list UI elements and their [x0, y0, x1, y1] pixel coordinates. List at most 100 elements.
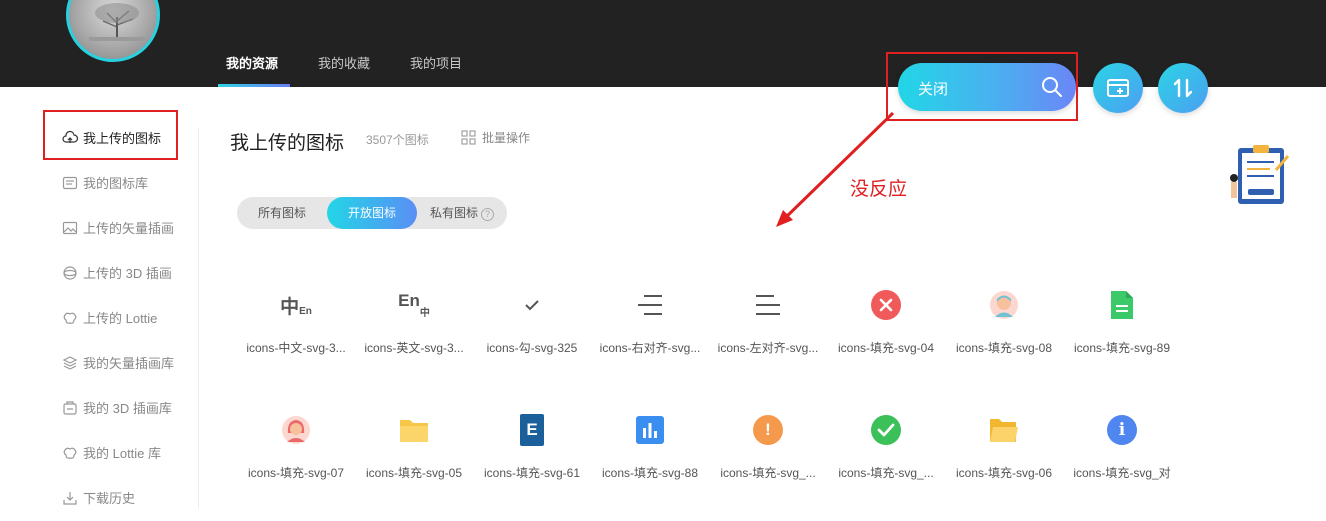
icon-name: icons-填充-svg-89: [1073, 341, 1171, 355]
sidebar-item-icon-library[interactable]: 我的图标库: [62, 173, 148, 193]
icon-name: icons-填充-svg_...: [720, 466, 816, 480]
sort-icon: [1173, 78, 1193, 98]
annotation-text: 没反应: [850, 179, 908, 200]
sidebar-item-3d-library[interactable]: 我的 3D 插画库: [62, 398, 172, 418]
sidebar-item-uploaded-lottie[interactable]: 上传的 Lottie: [62, 308, 157, 328]
bar-chart-icon: [636, 416, 664, 444]
tab-my-favorites[interactable]: 我的收藏: [318, 53, 370, 72]
cloud-upload-icon: [62, 130, 78, 143]
check-circle-icon: [871, 415, 901, 445]
icon-name: icons-勾-svg-325: [486, 341, 578, 355]
image-icon: [62, 221, 78, 235]
filter-open-icons[interactable]: 开放图标: [327, 197, 417, 229]
chinese-lang-icon: 中 En: [280, 296, 312, 318]
tab-my-projects[interactable]: 我的项目: [410, 53, 462, 72]
icon-card[interactable]: icons-勾-svg-325: [473, 273, 591, 373]
sidebar-item-label: 上传的 3D 插画: [83, 266, 172, 281]
icon-card[interactable]: icons-填充-svg-07: [237, 398, 355, 498]
icon-name: icons-填充-svg-88: [601, 466, 699, 480]
box-3d-icon: [63, 401, 77, 415]
filter-private-label: 私有图标: [429, 206, 478, 220]
download-icon: [63, 492, 77, 505]
sidebar-item-uploaded-3d[interactable]: 上传的 3D 插画: [62, 263, 172, 283]
sidebar-item-label: 我的 3D 插画库: [83, 401, 172, 416]
file-e-icon: E: [520, 414, 544, 446]
icon-card[interactable]: ! icons-填充-svg_...: [709, 398, 827, 498]
folder-open-icon: [990, 419, 1018, 442]
sidebar-item-label: 我的图标库: [83, 176, 149, 191]
align-right-icon: [638, 295, 662, 315]
tree-image-icon: [89, 3, 145, 41]
icon-card[interactable]: icons-填充-svg-04: [827, 273, 945, 373]
sidebar-item-lottie-library[interactable]: 我的 Lottie 库: [62, 443, 161, 463]
sidebar-item-label: 上传的矢量插画: [83, 221, 175, 236]
icon-count: 3507个图标: [366, 133, 429, 147]
icon-name: icons-填充-svg-06: [955, 466, 1053, 480]
sidebar-item-vector-library[interactable]: 我的矢量插画库: [62, 353, 174, 373]
icon-name: icons-填充-svg_对: [1073, 466, 1171, 480]
icon-name: icons-英文-svg-3...: [364, 341, 464, 355]
document-green-icon: [1111, 291, 1133, 319]
icon-name: icons-填充-svg-07: [247, 466, 345, 480]
close-circle-icon: [871, 290, 901, 320]
sidebar-item-uploaded-icons[interactable]: 我上传的图标: [62, 128, 161, 148]
icon-name: icons-填充-svg-08: [955, 341, 1053, 355]
icon-filter-segment: 所有图标 开放图标 私有图标?: [237, 197, 507, 229]
sidebar-item-label: 下载历史: [83, 491, 136, 506]
annotation-box-search: [886, 52, 1078, 121]
align-left-icon: [756, 295, 780, 315]
page-title: 我上传的图标: [230, 133, 345, 154]
batch-operation-label: 批量操作: [482, 131, 531, 145]
tab-my-resources[interactable]: 我的资源: [226, 53, 278, 72]
icon-card[interactable]: En 中 icons-英文-svg-3...: [355, 273, 473, 373]
sidebar-item-label: 我的 Lottie 库: [83, 446, 162, 461]
folder-icon: [400, 420, 428, 442]
icon-name: icons-填充-svg_...: [838, 466, 934, 480]
library-icon: [62, 176, 78, 190]
icon-card[interactable]: icons-填充-svg_...: [827, 398, 945, 498]
layers-icon: [62, 356, 78, 370]
icon-name: icons-左对齐-svg...: [717, 341, 819, 355]
icon-card[interactable]: icons-右对齐-svg...: [591, 273, 709, 373]
add-collection-button[interactable]: [1093, 63, 1143, 113]
batch-operation-button[interactable]: 批量操作: [461, 129, 530, 146]
sidebar-item-label: 我的矢量插画库: [83, 356, 175, 371]
icon-card[interactable]: icons-填充-svg-89: [1063, 273, 1181, 373]
sidebar-item-uploaded-vector[interactable]: 上传的矢量插画: [62, 218, 174, 238]
icon-card[interactable]: icons-填充-svg-88: [591, 398, 709, 498]
active-tab-indicator: [218, 84, 290, 87]
info-circle-icon: i: [1107, 415, 1137, 445]
icon-card[interactable]: icons-填充-svg-08: [945, 273, 1063, 373]
warning-circle-icon: !: [753, 415, 783, 445]
icon-card[interactable]: 中 En icons-中文-svg-3...: [237, 273, 355, 373]
filter-all-icons[interactable]: 所有图标: [237, 197, 327, 229]
icon-card[interactable]: icons-左对齐-svg...: [709, 273, 827, 373]
icon-name: icons-填充-svg-05: [365, 466, 463, 480]
lottie-icon: [63, 447, 77, 459]
sidebar-item-download-history[interactable]: 下载历史: [62, 488, 135, 508]
batch-grid-icon: [461, 130, 476, 145]
icon-card[interactable]: i icons-填充-svg_对: [1063, 398, 1181, 498]
check-icon: [525, 300, 539, 311]
avatar-girl-icon: [282, 416, 310, 444]
lottie-icon: [63, 312, 77, 324]
filter-private-icons[interactable]: 私有图标?: [417, 197, 507, 229]
help-icon[interactable]: ?: [481, 208, 494, 221]
icon-name: icons-右对齐-svg...: [599, 341, 701, 355]
icon-name: icons-填充-svg-61: [483, 466, 581, 480]
sidebar-divider: [198, 128, 199, 508]
clipboard-illustration-icon: [1230, 145, 1290, 204]
english-lang-icon: En 中: [398, 291, 430, 319]
avatar-boy-icon: [990, 291, 1018, 319]
add-window-icon: [1107, 79, 1129, 97]
sidebar-item-label: 我上传的图标: [83, 131, 162, 146]
icon-name: icons-中文-svg-3...: [246, 341, 346, 355]
sort-button[interactable]: [1158, 63, 1208, 113]
avatar[interactable]: [66, 0, 160, 62]
sidebar-item-label: 上传的 Lottie: [83, 311, 158, 326]
icon-card[interactable]: E icons-填充-svg-61: [473, 398, 591, 498]
icon-card[interactable]: icons-填充-svg-05: [355, 398, 473, 498]
sphere-3d-icon: [63, 266, 77, 280]
icon-card[interactable]: icons-填充-svg-06: [945, 398, 1063, 498]
icon-name: icons-填充-svg-04: [837, 341, 935, 355]
